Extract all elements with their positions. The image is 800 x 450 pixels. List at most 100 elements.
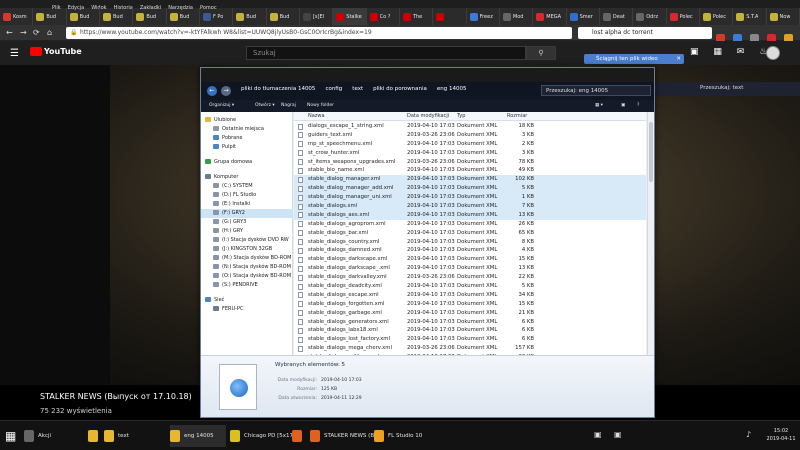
browser-tab[interactable]: Bud [233,8,267,25]
view-options-icon[interactable]: ▦ ▾ [595,103,603,108]
browser-tab[interactable]: Stalke [333,8,367,25]
forward-arrow-icon[interactable]: → [20,28,27,38]
browser-tab[interactable]: Co ? [367,8,400,25]
table-row[interactable]: stable_dialogs_darkscape.xml 2019-04-10 1… [294,255,646,264]
browser-tab[interactable]: Kosm [0,8,34,25]
hamburger-menu-icon[interactable]: ☰ [10,48,19,59]
taskbar-item[interactable]: eng 14005 [170,425,226,447]
nav-item[interactable]: (H:) GRY [201,227,293,236]
browser-tab[interactable]: Bud [167,8,200,25]
browser-tab[interactable]: [s]El [300,8,334,25]
browser-tab[interactable]: Bud [100,8,134,25]
help-icon[interactable]: ? [637,103,639,108]
youtube-search-button[interactable]: ⚲ [526,46,556,60]
organize-button[interactable]: Organizuj ▾ [209,103,234,108]
browser-tab[interactable]: Polec [667,8,700,25]
table-row[interactable]: stable_dialogs_darkscape_.xml 2019-04-10 … [294,264,646,273]
table-row[interactable]: stable_bio_name.xml 2019-04-10 17:03 Dokum… [294,166,646,175]
browser-tab[interactable]: S.T.A [733,8,767,25]
table-row[interactable]: stable_dialogs_country.xml 2019-04-10 17:… [294,238,646,247]
browser-tab[interactable]: Bud [33,8,67,25]
browser-tab[interactable]: Smer [567,8,600,25]
table-row[interactable]: stable_dialog_manager.xml 2019-04-10 17:0… [294,175,646,185]
tray-icon[interactable]: ▣ [614,430,622,439]
youtube-logo-text[interactable]: YouTube [44,47,82,56]
messages-icon[interactable]: ✉ [737,47,745,57]
table-row[interactable]: stable_dialogs_aes.xml 2019-04-10 17:03 Do… [294,210,646,220]
apps-icon[interactable]: ▦ [713,47,722,57]
table-row[interactable]: stable_dialogs_generators.xml 2019-04-10 … [294,318,646,327]
browser-tab[interactable] [433,8,467,25]
nav-item[interactable]: (C:) SYSTEM [201,182,293,191]
table-row[interactable]: stable_dialog_manager_add.xml 2019-04-10 … [294,184,646,194]
new-folder-button[interactable]: Nowy folder [307,103,334,108]
home-icon[interactable]: ⌂ [47,28,52,38]
taskbar-item[interactable]: text [104,425,166,447]
browser-tab[interactable]: Mod [500,8,534,25]
youtube-search-input[interactable]: Szukaj [246,46,526,60]
nav-item[interactable]: (S:) PENDRIVE [201,281,293,290]
upload-icon[interactable]: ▣ [690,47,699,57]
explorer-titlebar[interactable] [201,68,654,82]
table-row[interactable]: stable_dialogs_forgotten.xml 2019-04-10 1… [294,300,646,309]
clock[interactable]: 15:02 2019-04-11 [764,427,798,443]
browser-tab[interactable]: The [400,8,434,25]
burn-button[interactable]: Nagraj [281,103,296,108]
taskbar-item[interactable] [292,425,308,447]
browser-tab[interactable]: F Po [200,8,234,25]
breadcrumb-item[interactable]: pliki do tlumaczenia 14005 [241,86,315,92]
nav-item[interactable]: (M:) Stacja dysków BD-ROM [201,254,293,263]
nav-item[interactable]: Pulpit [201,143,293,152]
browser-tab[interactable]: Deat [600,8,634,25]
browser-tab[interactable]: MEGA [533,8,567,25]
volume-icon[interactable]: ♪ [746,430,751,439]
back-arrow-icon[interactable]: ← [207,86,217,96]
breadcrumb-item[interactable]: text [352,86,363,92]
avatar[interactable] [766,46,780,60]
table-row[interactable]: stable_dialogs_deadcity.xml 2019-04-10 17… [294,282,646,291]
nav-item[interactable]: (D:) FL Studio [201,191,293,200]
table-row[interactable]: mp_st_speechmenu.xml 2019-04-10 17:03 Doku… [294,140,646,149]
open-button[interactable]: Otwórz ▾ [255,103,275,108]
table-row[interactable]: guiders_text.xml 2019-03-26 23:06 Dokument… [294,131,646,140]
nav-item[interactable]: (J:) KINGSTON 32GB [201,245,293,254]
download-video-banner[interactable]: Ściągnij ten plik wideo ✕ [584,54,684,64]
nav-item[interactable]: (I:) Stacja dysków DVD RW [201,236,293,245]
nav-item[interactable]: (N:) Stacja dysków BD-ROM [201,263,293,272]
nav-item[interactable]: (E:) Instalki [201,200,293,209]
browser-tab[interactable]: Bud [267,8,300,25]
table-row[interactable]: st_crow_hunter.xml 2019-04-10 17:03 Dokume… [294,149,646,158]
back-arrow-icon[interactable]: ← [6,28,13,38]
taskbar-item[interactable]: STALKER NEWS (B... [310,425,379,447]
browser-search-box[interactable]: lost alpha dc torrent [578,27,712,39]
browser-tab[interactable]: Freez [467,8,500,25]
url-bar[interactable]: 🔒 https://www.youtube.com/watch?v=-ktYFA… [66,27,572,39]
nav-item[interactable]: (O:) Stacja dysków BD-ROM [201,272,293,281]
table-row[interactable]: stable_dialogs_labx18.xml 2019-04-10 17:0… [294,326,646,335]
close-icon[interactable]: ✕ [676,54,681,64]
column-type[interactable]: Typ [457,113,465,119]
explorer-search-input[interactable]: Przeszukaj: eng 14005 [541,85,651,96]
taskbar-item[interactable]: Akcji [24,425,84,447]
table-row[interactable]: stable_dialogs_agroprom.xml 2019-04-10 17… [294,220,646,229]
nav-item[interactable]: Ulubione [201,116,293,125]
browser-tab[interactable]: Polec [700,8,734,25]
tray-icon[interactable]: ▣ [594,430,602,439]
table-row[interactable]: stable_dialogs_damned.xml 2019-04-10 17:0… [294,246,646,255]
table-row[interactable]: stable_dialogs_escape.xml 2019-04-10 17:0… [294,291,646,300]
scrollbar-thumb[interactable] [649,122,653,182]
nav-item[interactable]: Sieć [201,296,293,305]
breadcrumb-item[interactable]: eng 14005 [437,86,467,92]
table-row[interactable]: dialogs_escape_1_string.xml 2019-04-10 17… [294,122,646,131]
nav-item[interactable]: FERU-PC [201,305,293,314]
preview-pane-icon[interactable]: ▣ [621,103,625,108]
taskbar-item[interactable]: FL Studio 10 [374,425,432,447]
browser-tab[interactable]: Bud [133,8,167,25]
youtube-logo-icon[interactable] [30,47,42,56]
nav-item[interactable]: (F:) GRY2 [201,209,293,218]
column-name[interactable]: Nazwa [308,113,325,119]
nav-item[interactable]: Komputer [201,173,293,182]
start-button[interactable]: ▦ [5,429,16,443]
nav-item[interactable]: Pobrane [201,134,293,143]
table-row[interactable]: st_items_weapons_upgrades.xml 2019-03-26 … [294,158,646,167]
